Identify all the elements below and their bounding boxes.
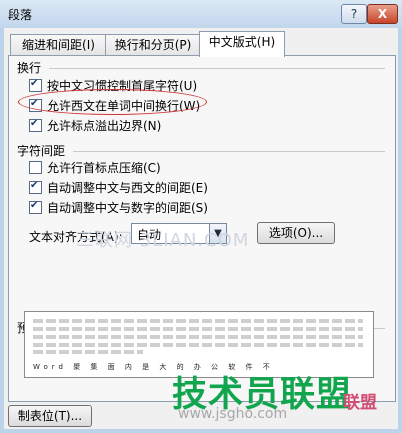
help-button[interactable]: ? [341,4,367,24]
preview-line [33,343,363,347]
preview-line [33,335,363,339]
checkbox-chinese-rules[interactable] [29,78,42,92]
checkbox-auto-space-numbers[interactable] [29,200,42,214]
watermark-jsgho-url: www.jsgho.com [178,406,288,422]
char-spacing-heading: 字符间距 [17,144,66,158]
checkbox-hanging-punctuation[interactable] [29,118,42,132]
line-break-divider [49,68,385,69]
title-bar: 段落 ? X [0,0,402,28]
preview-line [33,327,363,331]
tab-line-page-breaks[interactable]: 换行和分页(P) [105,34,201,56]
tab-asian-typography[interactable]: 中文版式(H) [199,31,285,57]
highlight-ellipse [18,89,207,115]
tab-stops-button[interactable]: 制表位(T)... [8,405,92,427]
label-punct-compress: 允许行首标点压缩(C) [47,161,161,175]
label-auto-space-western: 自动调整中文与西文的间距(E) [47,181,208,195]
checkbox-auto-space-western[interactable] [29,180,42,194]
watermark-3lian: 三联网 3LIAN.COM [76,230,250,251]
tab-indent-spacing[interactable]: 缩进和间距(I) [10,34,107,56]
label-auto-space-numbers: 自动调整中文与数字的间距(S) [47,201,208,215]
line-break-heading: 换行 [17,61,42,75]
options-button[interactable]: 选项(O)... [257,222,335,244]
window-title: 段落 [8,8,33,22]
preview-line [33,319,363,323]
watermark-lianmeng: 联盟 [343,393,377,413]
close-button[interactable]: X [367,4,398,24]
checkbox-punct-compress[interactable] [29,161,42,174]
char-spacing-divider [73,151,385,152]
label-hanging-punctuation: 允许标点溢出边界(N) [47,119,162,133]
preview-line [33,350,143,354]
